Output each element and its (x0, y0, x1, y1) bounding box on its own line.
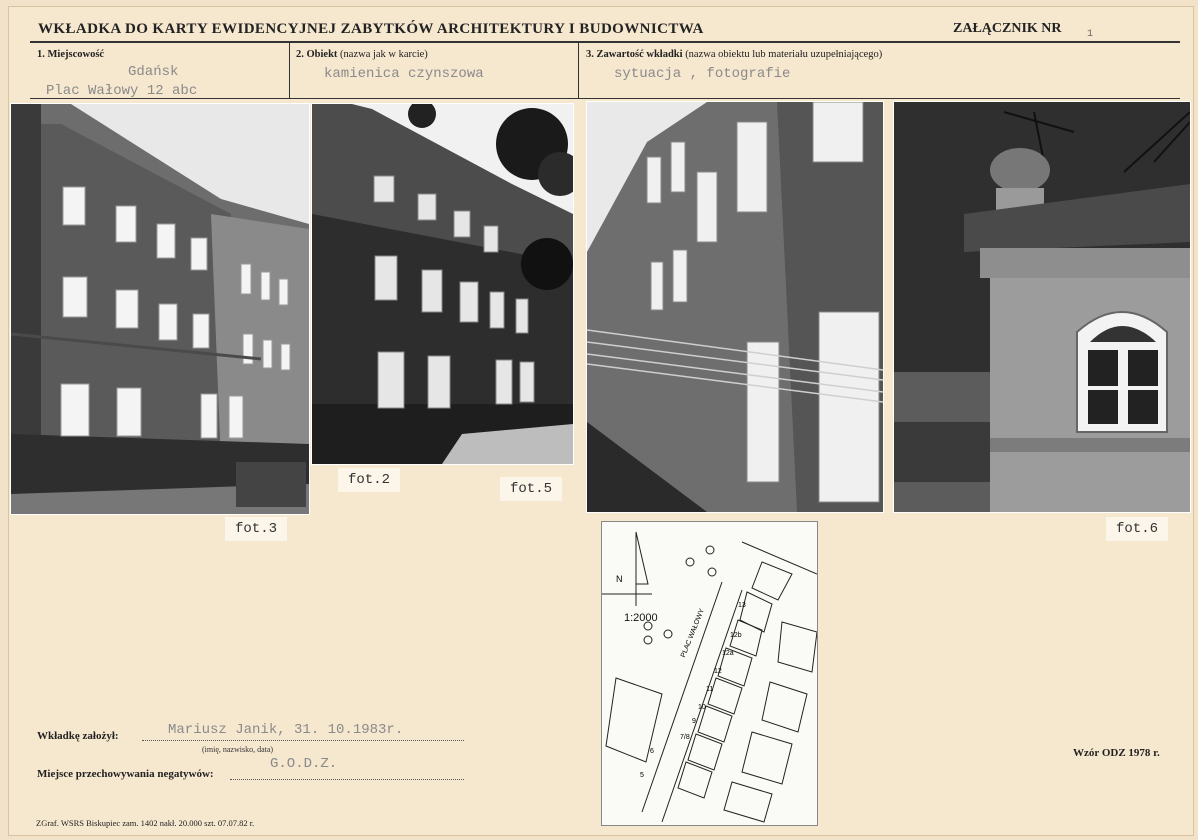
place-city: Gdańsk (128, 64, 179, 80)
card-title: WKŁADKA DO KARTY EWIDENCYJNEJ ZABYTKÓW A… (38, 21, 704, 37)
attachment-label: ZAŁĄCZNIK NR (953, 21, 1062, 36)
contents-label-sub: (nazwa obiektu lub materiału uzupełniają… (685, 49, 883, 60)
founder-label: Wkładkę założył: (37, 730, 119, 742)
photo-caption-fot2: fot.2 (338, 468, 401, 492)
map-number-11: 11 (706, 686, 714, 693)
map-number-6: 6 (650, 748, 654, 755)
header-rule (30, 41, 1180, 43)
attachment-number: 1 (1087, 29, 1094, 40)
photo-window-detail (893, 101, 1191, 513)
founder-dotted-line (142, 740, 464, 741)
object-label: 2. Obiekt (nazwa jak w karcie) (296, 49, 428, 60)
map-number-5: 5 (640, 772, 644, 779)
map-number-12a: 12a (722, 650, 734, 657)
sheet-background: WKŁADKA DO KARTY EWIDENCYJNEJ ZABYTKÓW A… (0, 0, 1198, 840)
photo-caption-fot5: fot.5 (500, 477, 563, 501)
object-label-sub: (nazwa jak w karcie) (340, 49, 428, 60)
photo-caption-fot6: fot.6 (1106, 517, 1169, 541)
field-divider-2 (578, 43, 579, 98)
founder-value: Mariusz Janik, 31. 10.1983r. (168, 722, 404, 738)
object-value: kamienica czynszowa (324, 66, 484, 82)
map-number-12b: 12b (730, 632, 742, 639)
photo-street-facade (10, 103, 310, 515)
map-north-marker: N (616, 574, 623, 584)
field-divider-1 (289, 43, 290, 98)
map-number-7-8: 7/8 (680, 734, 690, 741)
map-number-9: 9 (692, 718, 696, 725)
map-number-12: 12 (714, 668, 722, 675)
storage-label: Miejsce przechowywania negatywów: (37, 768, 214, 780)
map-number-10: 10 (698, 704, 706, 711)
place-label: 1. Miejscowość (37, 49, 105, 60)
site-plan-map: N 1:2000 PLAC WAŁOWY 5 6 7/8 9 10 11 12 … (601, 521, 818, 826)
contents-value: sytuacja , fotografie (614, 66, 791, 82)
photo-caption-fot3: fot.3 (225, 517, 288, 541)
storage-value: G.O.D.Z. (270, 756, 338, 772)
founder-hint: (imię, nazwisko, data) (202, 745, 274, 754)
storage-dotted-line (230, 779, 464, 780)
printer-imprint: ZGraf. WSRS Biskupiec zam. 1402 nakł. 20… (36, 818, 255, 828)
photo-courtyard-wall (586, 101, 884, 513)
fields-rule (30, 98, 1180, 99)
place-address: Plac Wałowy 12 abc (46, 83, 198, 99)
map-scale: 1:2000 (624, 612, 658, 624)
photo-building-shadow (311, 103, 574, 465)
contents-label: 3. Zawartość wkładki (nazwa obiektu lub … (586, 49, 883, 60)
form-model: Wzór ODZ 1978 r. (1073, 747, 1160, 759)
map-number-13: 13 (738, 602, 746, 609)
